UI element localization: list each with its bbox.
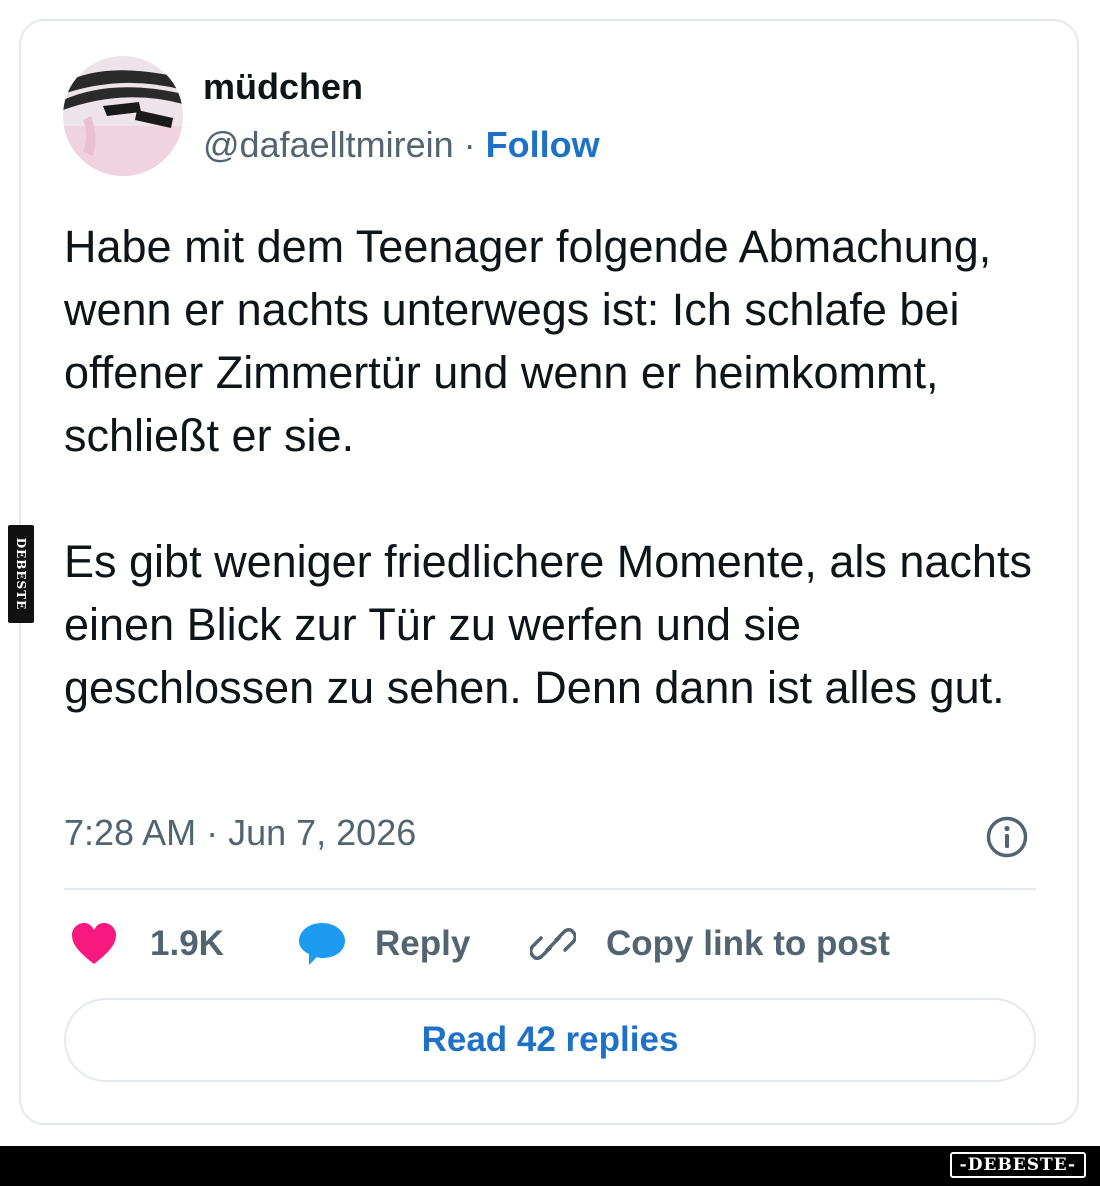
heart-icon	[72, 923, 116, 964]
separator-dot: ·	[463, 124, 476, 165]
page: müdchen @dafaelltmirein · Follow Habe mit …	[0, 0, 1100, 1186]
tweet-timestamp[interactable]: 7:28 AM · Jun 7, 2026	[64, 812, 416, 854]
reply-button[interactable]: Reply	[297, 918, 470, 970]
avatar[interactable]	[63, 56, 183, 176]
like-button[interactable]: 1.9K	[70, 918, 224, 970]
follow-button[interactable]: Follow	[486, 124, 600, 165]
side-watermark-text: DEBESTE	[14, 537, 28, 611]
author-handle[interactable]: @dafaelltmirein	[203, 124, 454, 165]
footer-bar: -DEBESTE-	[0, 1146, 1100, 1186]
info-icon[interactable]	[985, 815, 1029, 859]
read-replies-button[interactable]: Read 42 replies	[64, 998, 1036, 1082]
side-watermark: DEBESTE	[8, 525, 34, 623]
footer-logo: -DEBESTE-	[949, 1152, 1086, 1178]
avatar-image	[63, 56, 183, 176]
tweet-paragraph-2: Es gibt weniger friedlichere Momente, al…	[64, 536, 1032, 713]
copy-link-button[interactable]: Copy link to post	[530, 918, 890, 970]
author-name[interactable]: müdchen	[203, 66, 363, 108]
speech-bubble-icon	[299, 923, 345, 965]
like-count: 1.9K	[150, 924, 224, 963]
copy-link-label: Copy link to post	[606, 924, 890, 963]
reply-label: Reply	[375, 924, 471, 963]
link-icon	[530, 928, 576, 960]
tweet-text: Habe mit dem Teenager folgende Abmachung…	[64, 215, 1054, 719]
handle-row: @dafaelltmirein · Follow	[203, 124, 600, 166]
divider	[64, 888, 1036, 890]
tweet-paragraph-1: Habe mit dem Teenager folgende Abmachung…	[64, 221, 992, 461]
read-replies-label: Read 42 replies	[421, 1020, 679, 1059]
